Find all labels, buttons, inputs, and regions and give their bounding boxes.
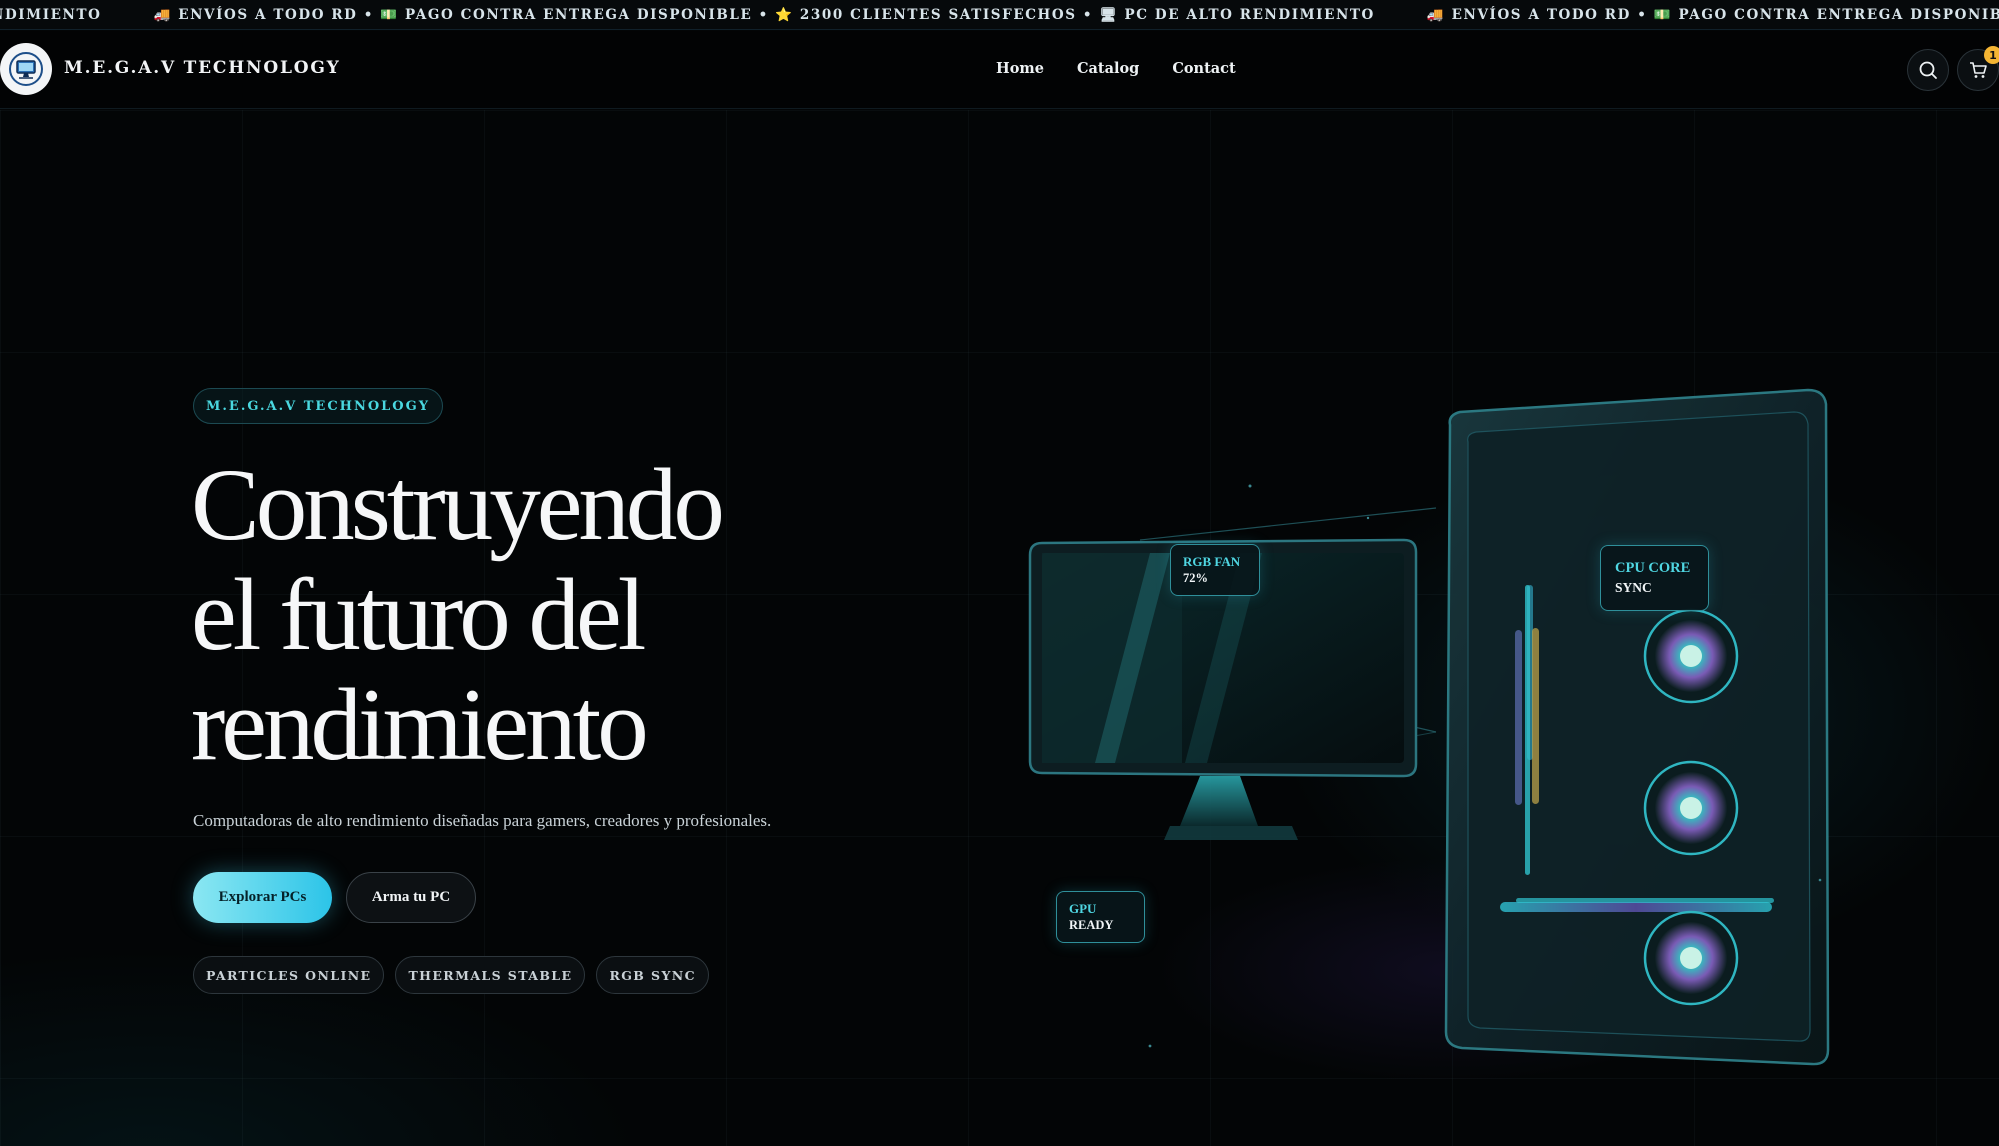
hero-eyebrow-badge: M.E.G.A.V TECHNOLOGY bbox=[193, 388, 444, 424]
nav-link-home[interactable]: Home bbox=[996, 60, 1044, 77]
pc-setup-illustration: RGB FAN 72% CPU CORE SYNC GPU READY bbox=[1000, 360, 1880, 1080]
headline-line: el futuro del bbox=[191, 558, 646, 672]
cpu-core-value: SYNC bbox=[1615, 580, 1652, 595]
cart-button[interactable]: 1 bbox=[1957, 46, 1999, 91]
nav-link-contact[interactable]: Contact bbox=[1172, 60, 1235, 77]
gpu-title: GPU bbox=[1069, 901, 1097, 916]
nav-link-catalog[interactable]: Catalog bbox=[1077, 60, 1139, 77]
headline-line: Construyendo bbox=[191, 448, 725, 562]
gpu-value: READY bbox=[1069, 918, 1114, 932]
explore-pcs-button[interactable]: Explorar PCs bbox=[193, 872, 332, 923]
status-chip: THERMALS STABLE bbox=[395, 956, 586, 994]
hero-headline: Construyendo el futuro del rendimiento bbox=[191, 448, 725, 782]
cart-count-badge: 1 bbox=[1984, 46, 1999, 64]
ticker-segment: 🚚 ENVÍOS A TODO RD • 💵 PAGO CONTRA ENTRE… bbox=[153, 7, 1375, 23]
brand-logo[interactable] bbox=[0, 43, 52, 95]
rgb-fan-value: 72% bbox=[1183, 571, 1208, 585]
status-chip: PARTICLES ONLINE bbox=[193, 956, 385, 994]
pc-setup-graphic bbox=[1028, 388, 1830, 1066]
ticker-segment: TO RENDIMIENTO bbox=[0, 7, 102, 23]
build-pc-button[interactable]: Arma tu PC bbox=[346, 872, 476, 923]
brand-name[interactable]: M.E.G.A.V TECHNOLOGY bbox=[64, 58, 341, 78]
search-icon bbox=[1919, 61, 1937, 79]
cpu-core-label: CPU CORE SYNC bbox=[1600, 545, 1709, 611]
status-chips: PARTICLES ONLINE THERMALS STABLE RGB SYN… bbox=[193, 956, 709, 994]
cpu-core-title: CPU CORE bbox=[1615, 560, 1691, 576]
rgb-fan-title: RGB FAN bbox=[1183, 554, 1241, 569]
headline-line: rendimiento bbox=[191, 668, 649, 782]
cart-icon bbox=[1970, 62, 1987, 78]
nav-links: Home Catalog Contact bbox=[996, 60, 1236, 77]
case-fan bbox=[1643, 760, 1739, 856]
hero-section: M.E.G.A.V TECHNOLOGY Construyendo el fut… bbox=[0, 110, 1999, 1146]
case-fan bbox=[1643, 608, 1739, 704]
announcement-ticker: TO RENDIMIENTO 🚚 ENVÍOS A TODO RD • 💵 PA… bbox=[0, 0, 1999, 30]
ticker-segment: 🚚 ENVÍOS A TODO RD • 💵 PAGO CONTRA ENTRE… bbox=[1426, 7, 1999, 23]
status-chip: RGB SYNC bbox=[596, 956, 709, 994]
gpu-label: GPU READY bbox=[1056, 891, 1145, 943]
monitor-logo-icon bbox=[9, 52, 43, 86]
case-fan bbox=[1643, 910, 1739, 1006]
top-navbar: M.E.G.A.V TECHNOLOGY Home Catalog Contac… bbox=[0, 31, 1999, 109]
rgb-fan-label: RGB FAN 72% bbox=[1170, 544, 1260, 596]
search-button[interactable] bbox=[1907, 49, 1949, 91]
ticker-track: TO RENDIMIENTO 🚚 ENVÍOS A TODO RD • 💵 PA… bbox=[0, 0, 1999, 29]
hero-subtitle: Computadoras de alto rendimiento diseñad… bbox=[193, 811, 772, 830]
